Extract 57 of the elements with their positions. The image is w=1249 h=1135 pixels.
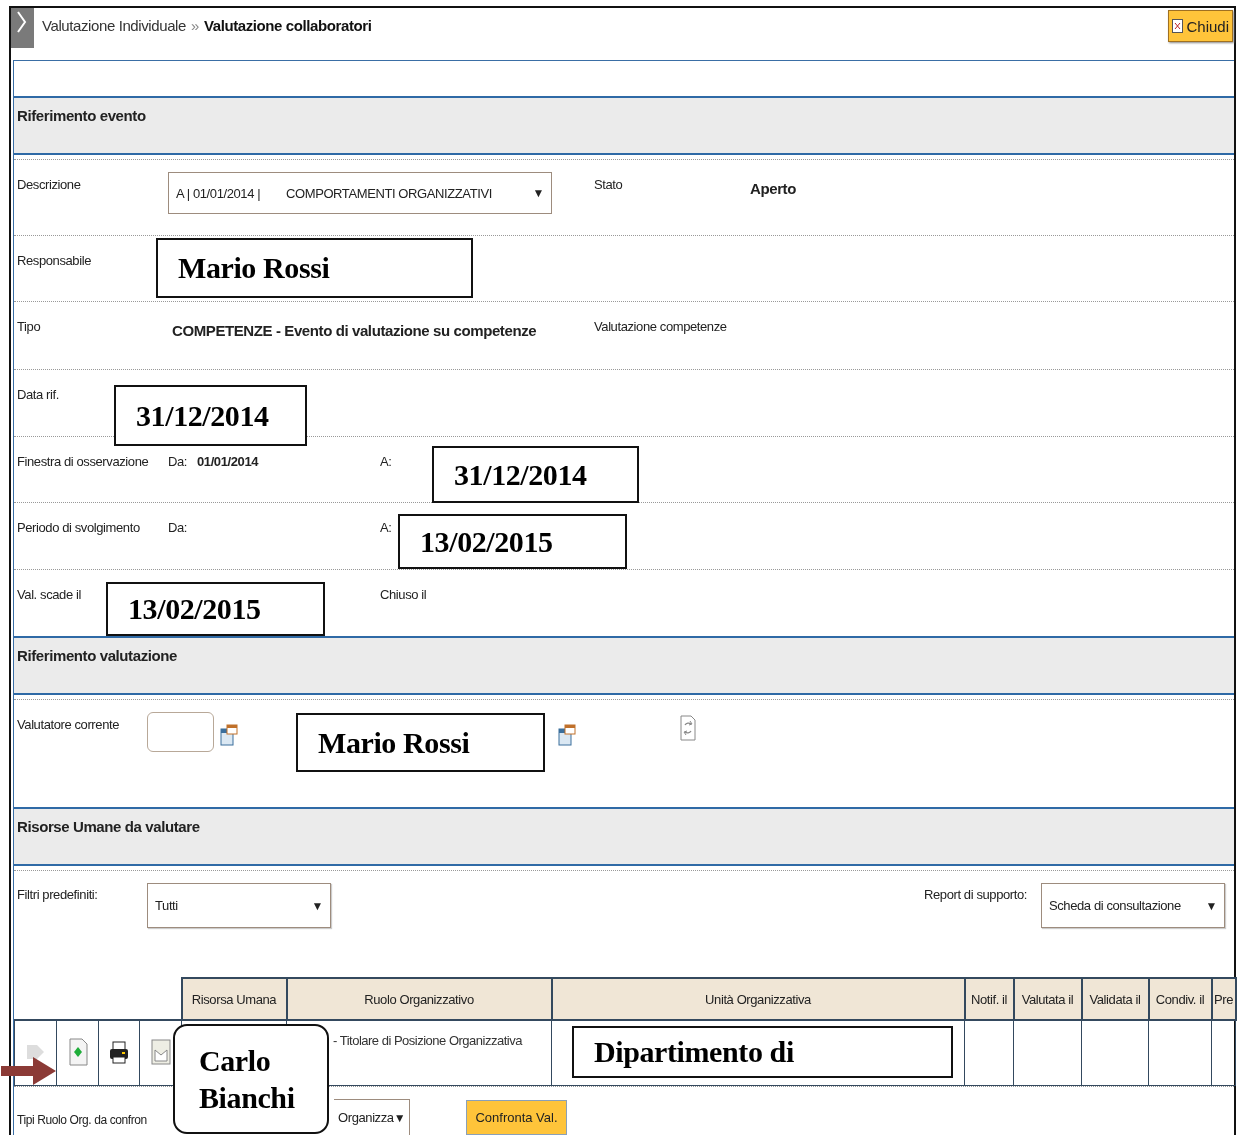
field-label: A: [379,520,393,535]
breadcrumb-separator: » [190,17,199,34]
field-label: Chiuso il [379,587,428,602]
field-label: Finestra di osservazione [16,454,150,469]
section-title: Riferimento valutazione [17,647,178,664]
field-label: Data rif. [16,387,60,402]
field-label: Periodo di svolgimento [16,520,141,535]
column-header: Ruolo Organizzativo [286,978,552,1020]
role-type-select[interactable]: Organizza▼ [334,1099,410,1135]
annotation-box: 31/12/2014 [432,446,639,503]
column-header: Risorsa Umana [181,978,287,1020]
field-label: A: [379,454,393,469]
breadcrumb-link[interactable]: Valutazione Individuale [42,17,186,34]
field-label: Report di supporto: [924,887,1027,902]
document-icon[interactable] [66,1036,89,1067]
evaluator-code-field[interactable] [147,712,214,752]
column-header: Valutata il [1013,978,1082,1020]
filter-select[interactable]: Tutti ▼ [147,883,331,928]
column-header: Validata il [1081,978,1149,1020]
close-icon [1172,19,1184,33]
annotation-box: Mario Rossi [296,713,545,772]
breadcrumb-current: Valutazione collaboratori [203,17,372,34]
pointer-arrow-icon [1,1057,56,1085]
field-label: Val. scade il [16,587,82,602]
refresh-icon[interactable] [680,715,696,741]
compare-button[interactable]: Confronta Val. [466,1100,567,1135]
annotation-box: 31/12/2014 [114,385,307,446]
popup-window-icon[interactable] [220,724,238,746]
field-value: 01/01/2014 [196,454,260,469]
popup-window-icon[interactable] [558,724,576,746]
close-button[interactable]: Chiudi [1168,10,1233,42]
event-select[interactable]: A | 01/01/2014 | COMPORTAMENTI ORGANIZZATIVI ▼ [168,172,552,214]
field-label: Da: [167,520,189,535]
annotation-box: Mario Rossi [156,238,473,298]
column-header: Unità Organizzativa [551,978,965,1020]
field-label: Filtri predefiniti: [16,887,99,902]
annotation-box: 13/02/2015 [398,514,627,569]
table-cell-text: - Titolare di Posizione Organizzativa [332,1032,524,1048]
field-label: Valutazione competenze [593,319,728,334]
report-select[interactable]: Scheda di consultazione ▼ [1041,883,1225,928]
column-header: Notif. il [964,978,1014,1020]
annotation-box: Dipartimento di [572,1026,953,1078]
field-label: Descrizione [16,177,82,192]
field-label: Valutatore corrente [16,717,120,732]
column-header: Condiv. il [1148,978,1212,1020]
annotation-box: 13/02/2015 [106,582,325,636]
field-value: COMPETENZE - Evento di valutazione su competenze [171,322,538,339]
field-label: Responsabile [16,253,92,268]
annotation-box: Carlo Bianchi [173,1024,329,1134]
field-value: Aperto [749,180,797,197]
field-label: Stato [593,177,624,192]
section-title: Riferimento evento [17,107,147,124]
field-label: Da: [167,454,189,469]
field-label: Tipi Ruolo Org. da confron [17,1113,148,1127]
column-header: Pre [1211,978,1236,1020]
section-title: Risorse Umane da valutare [17,818,201,835]
field-label: Tipo [16,319,42,334]
